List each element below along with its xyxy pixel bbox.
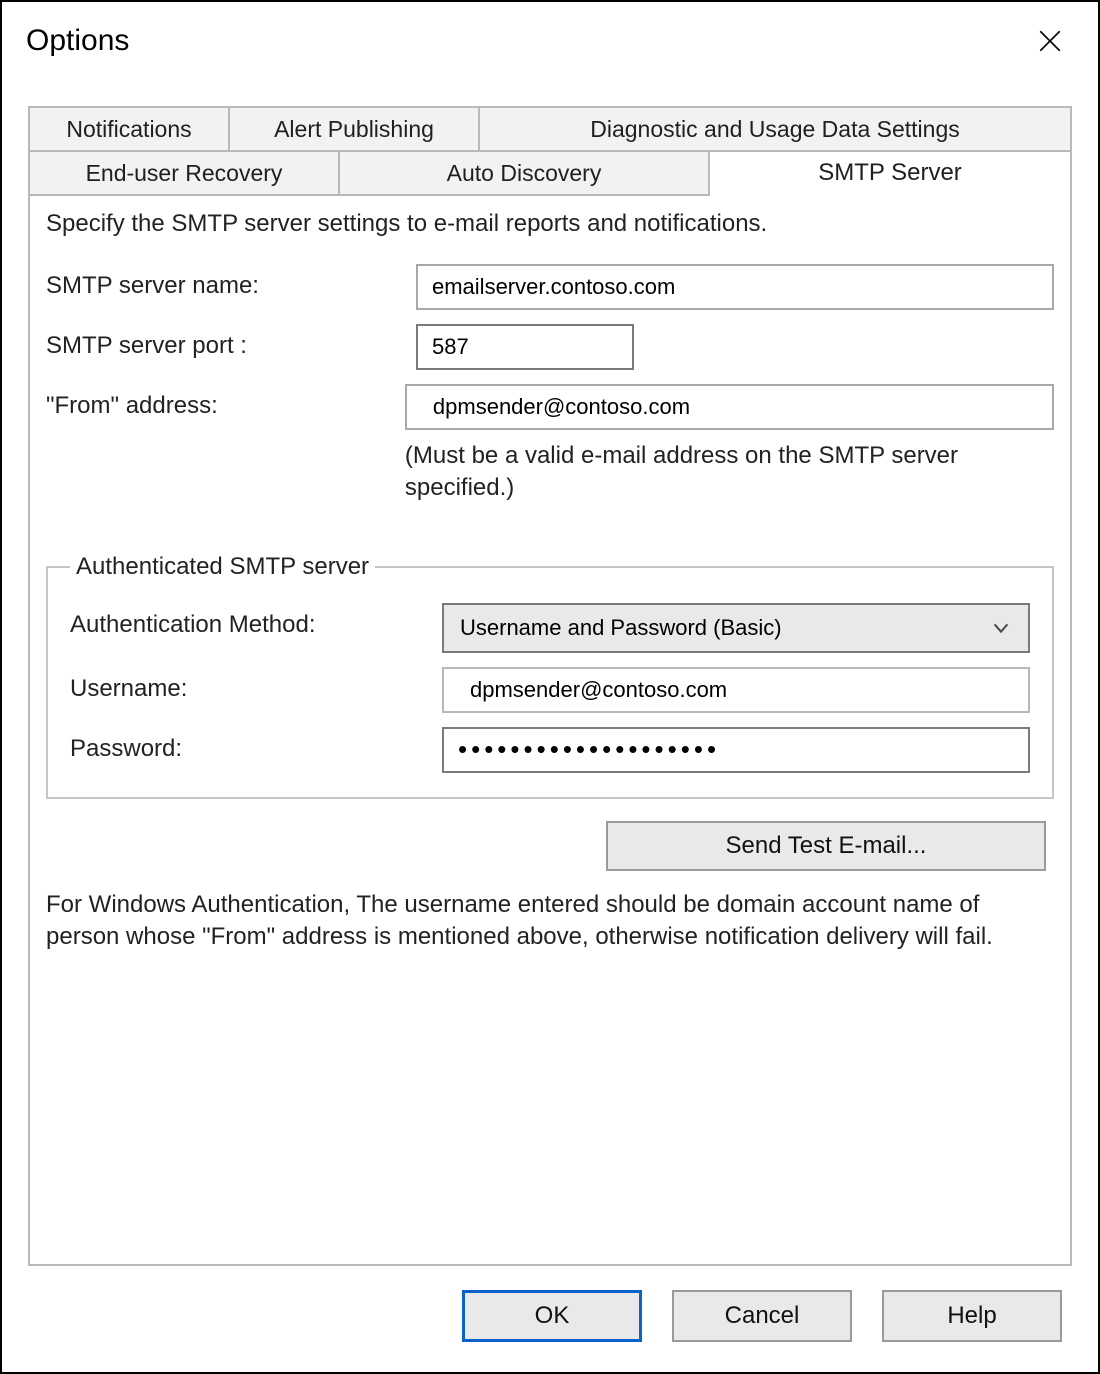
tab-label: Auto Discovery [447, 160, 602, 187]
window-title: Options [26, 24, 129, 58]
tab-control: Notifications Alert Publishing Diagnosti… [28, 106, 1072, 1266]
tab-label: End-user Recovery [86, 160, 283, 187]
row-smtp-server-port: SMTP server port : [46, 324, 1054, 370]
tab-row-1: Notifications Alert Publishing Diagnosti… [30, 108, 1070, 152]
options-dialog: Options Notifications Alert Publishing D… [0, 0, 1100, 1374]
smtp-server-panel: Specify the SMTP server settings to e-ma… [30, 196, 1070, 1264]
row-auth-method: Authentication Method: Username and Pass… [70, 603, 1030, 653]
smtp-server-name-label: SMTP server name: [46, 264, 416, 300]
cancel-button[interactable]: Cancel [672, 1290, 852, 1342]
password-input[interactable] [442, 727, 1030, 773]
from-address-input[interactable] [405, 384, 1054, 430]
smtp-server-name-input[interactable] [416, 264, 1054, 310]
tab-end-user-recovery[interactable]: End-user Recovery [30, 152, 340, 196]
smtp-server-port-input[interactable] [416, 324, 634, 370]
windows-auth-note: For Windows Authentication, The username… [46, 889, 1054, 954]
row-smtp-server-name: SMTP server name: [46, 264, 1054, 310]
button-label: Cancel [725, 1302, 800, 1329]
row-from-address: "From" address: (Must be a valid e-mail … [46, 384, 1054, 505]
authenticated-smtp-group: Authenticated SMTP server Authentication… [46, 553, 1054, 799]
from-address-label: "From" address: [46, 384, 405, 420]
row-password: Password: [70, 727, 1030, 773]
help-button[interactable]: Help [882, 1290, 1062, 1342]
tab-alert-publishing[interactable]: Alert Publishing [230, 108, 480, 152]
smtp-server-port-label: SMTP server port : [46, 324, 416, 360]
username-input[interactable] [442, 667, 1030, 713]
close-button[interactable] [1026, 17, 1074, 65]
tab-row-2: End-user Recovery Auto Discovery SMTP Se… [30, 152, 1070, 196]
panel-intro-text: Specify the SMTP server settings to e-ma… [46, 210, 1054, 238]
send-test-wrap: Send Test E-mail... [46, 821, 1054, 871]
title-bar: Options [2, 2, 1098, 80]
button-label: Help [947, 1302, 996, 1329]
from-address-helper: (Must be a valid e-mail address on the S… [405, 440, 1054, 505]
button-label: OK [535, 1302, 570, 1329]
close-icon [1037, 28, 1063, 54]
tab-diagnostic-usage[interactable]: Diagnostic and Usage Data Settings [480, 108, 1070, 152]
auth-method-value: Username and Password (Basic) [460, 615, 782, 641]
tab-label: SMTP Server [818, 159, 962, 187]
tab-label: Diagnostic and Usage Data Settings [590, 116, 960, 143]
button-label: Send Test E-mail... [726, 832, 927, 859]
chevron-down-icon [990, 617, 1012, 639]
auth-method-dropdown[interactable]: Username and Password (Basic) [442, 603, 1030, 653]
auth-method-label: Authentication Method: [70, 603, 442, 639]
tab-label: Alert Publishing [274, 116, 434, 143]
username-label: Username: [70, 667, 442, 703]
send-test-email-button[interactable]: Send Test E-mail... [606, 821, 1046, 871]
password-label: Password: [70, 727, 442, 763]
tab-auto-discovery[interactable]: Auto Discovery [340, 152, 710, 196]
dialog-button-bar: OK Cancel Help [28, 1266, 1072, 1352]
tab-smtp-server[interactable]: SMTP Server [710, 152, 1070, 196]
client-area: Notifications Alert Publishing Diagnosti… [2, 80, 1098, 1372]
authenticated-smtp-legend: Authenticated SMTP server [70, 553, 375, 581]
row-username: Username: [70, 667, 1030, 713]
ok-button[interactable]: OK [462, 1290, 642, 1342]
tab-label: Notifications [66, 116, 191, 143]
tab-notifications[interactable]: Notifications [30, 108, 230, 152]
